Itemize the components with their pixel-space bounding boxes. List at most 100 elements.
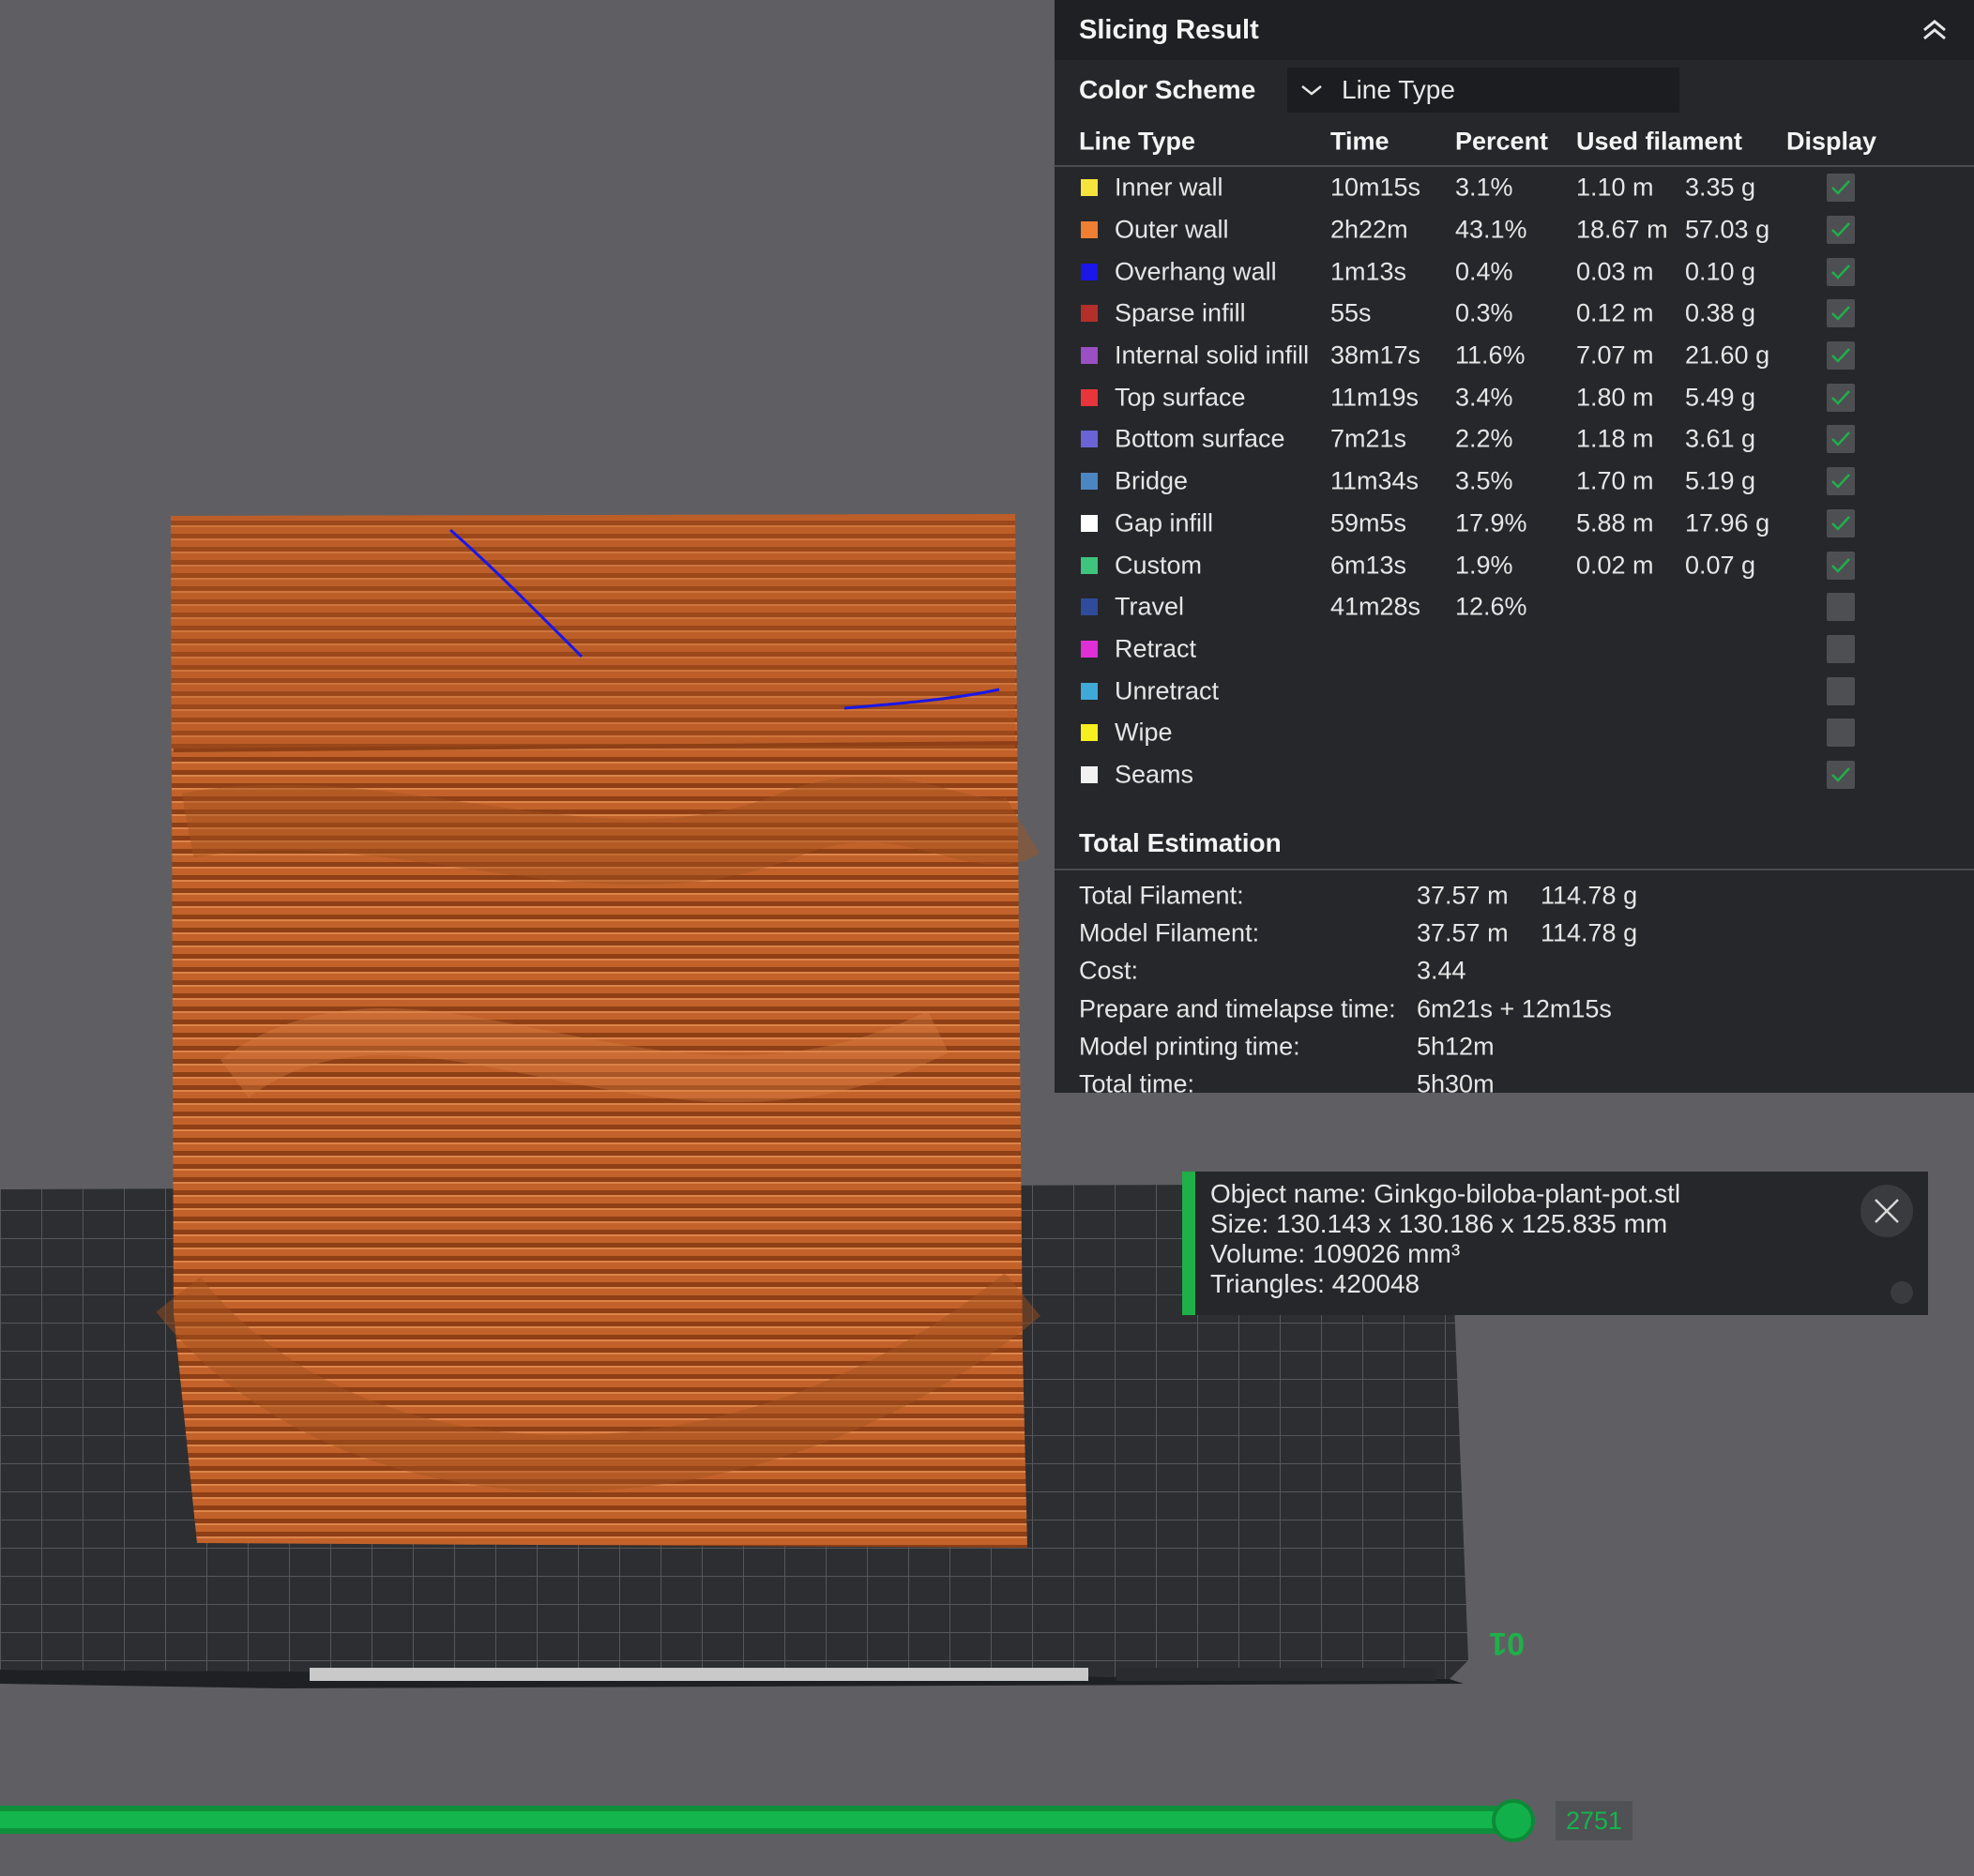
checkmark-icon bbox=[1831, 767, 1850, 782]
checkmark-icon bbox=[1831, 557, 1850, 573]
line-type-length: 5.88 m bbox=[1576, 508, 1654, 537]
display-checkbox[interactable] bbox=[1827, 719, 1855, 748]
line-type-weight: 3.35 g bbox=[1685, 173, 1756, 202]
object-info-popup: Object name: Ginkgo-biloba-plant-pot.stl… bbox=[1182, 1172, 1928, 1315]
line-type-row: Custom 6m13s 1.9% 0.02 m 0.07 g bbox=[1055, 544, 1974, 586]
line-type-name: Overhang wall bbox=[1115, 257, 1277, 286]
chevron-down-icon bbox=[1300, 83, 1327, 97]
line-type-percent: 3.4% bbox=[1455, 383, 1513, 412]
line-type-length: 0.03 m bbox=[1576, 257, 1654, 286]
total-value: 5h12m bbox=[1417, 1032, 1495, 1061]
line-type-length: 0.02 m bbox=[1576, 551, 1654, 580]
total-row: Prepare and timelapse time: 6m21s + 12m15… bbox=[1055, 990, 1974, 1027]
display-checkbox[interactable] bbox=[1827, 299, 1855, 328]
line-type-table-header: Line Type Time Percent Used filament Dis… bbox=[1055, 118, 1974, 167]
plate-number: 01 bbox=[1489, 1626, 1525, 1661]
color-swatch bbox=[1081, 305, 1098, 323]
object-size: Size: 130.143 x 130.186 x 125.835 mm bbox=[1210, 1209, 1668, 1238]
line-type-weight: 21.60 g bbox=[1685, 340, 1770, 370]
display-checkbox[interactable] bbox=[1827, 341, 1855, 371]
total-estimation-table: Total Filament: 37.57 m 114.78 g Model Fila… bbox=[1055, 876, 1974, 1103]
line-type-row: Unretract bbox=[1055, 670, 1974, 712]
display-checkbox[interactable] bbox=[1827, 508, 1855, 537]
line-type-percent: 3.5% bbox=[1455, 466, 1513, 495]
checkmark-icon bbox=[1831, 348, 1850, 363]
line-type-percent: 1.9% bbox=[1455, 551, 1513, 580]
line-type-name: Travel bbox=[1115, 592, 1185, 621]
line-type-weight: 5.19 g bbox=[1685, 466, 1756, 495]
display-checkbox[interactable] bbox=[1827, 174, 1855, 203]
layer-slider-thumb[interactable] bbox=[1492, 1799, 1535, 1842]
color-swatch bbox=[1081, 556, 1098, 574]
color-scheme-label: Color Scheme bbox=[1079, 75, 1256, 104]
line-type-weight: 17.96 g bbox=[1685, 508, 1770, 537]
color-swatch bbox=[1081, 179, 1098, 197]
total-value-secondary: 114.78 g bbox=[1541, 918, 1638, 947]
color-swatch bbox=[1081, 263, 1098, 280]
line-type-length: 1.70 m bbox=[1576, 466, 1654, 495]
line-type-length: 0.12 m bbox=[1576, 298, 1654, 327]
line-type-row: Travel 41m28s 12.6% bbox=[1055, 586, 1974, 628]
line-type-row: Bridge 11m34s 3.5% 1.70 m 5.19 g bbox=[1055, 461, 1974, 503]
line-type-row: Bottom surface 7m21s 2.2% 1.18 m 3.61 g bbox=[1055, 418, 1974, 461]
display-checkbox[interactable] bbox=[1827, 425, 1855, 454]
display-checkbox[interactable] bbox=[1827, 257, 1855, 286]
display-checkbox[interactable] bbox=[1827, 551, 1855, 580]
line-type-row: Sparse infill 55s 0.3% 0.12 m 0.38 g bbox=[1055, 293, 1974, 335]
line-type-time: 6m13s bbox=[1330, 551, 1407, 580]
col-time: Time bbox=[1330, 127, 1389, 156]
color-scheme-value: Line Type bbox=[1342, 75, 1455, 104]
checkmark-icon bbox=[1831, 515, 1850, 531]
line-type-row: Seams bbox=[1055, 754, 1974, 796]
line-type-percent: 11.6% bbox=[1455, 340, 1526, 370]
line-type-time: 41m28s bbox=[1330, 592, 1421, 621]
layer-slider-track[interactable] bbox=[0, 1806, 1518, 1834]
line-type-name: Bridge bbox=[1115, 466, 1189, 495]
display-checkbox[interactable] bbox=[1827, 634, 1855, 663]
collapse-panel-button[interactable] bbox=[1918, 13, 1951, 47]
line-type-table: Inner wall 10m15s 3.1% 1.10 m 3.35 g Outer wa… bbox=[1055, 167, 1974, 795]
color-swatch bbox=[1081, 347, 1098, 365]
line-type-row: Outer wall 2h22m 43.1% 18.67 m 57.03 g bbox=[1055, 209, 1974, 251]
total-row: Model printing time: 5h12m bbox=[1055, 1028, 1974, 1066]
checkmark-icon bbox=[1831, 474, 1850, 489]
line-type-name: Top surface bbox=[1115, 383, 1246, 412]
line-type-time: 11m34s bbox=[1330, 466, 1420, 495]
checkmark-icon bbox=[1831, 180, 1850, 196]
col-percent: Percent bbox=[1455, 127, 1549, 156]
color-swatch bbox=[1081, 765, 1098, 783]
display-checkbox[interactable] bbox=[1827, 216, 1855, 245]
close-button[interactable] bbox=[1860, 1185, 1913, 1237]
line-type-row: Overhang wall 1m13s 0.4% 0.03 m 0.10 g bbox=[1055, 250, 1974, 293]
display-checkbox[interactable] bbox=[1827, 593, 1855, 622]
model-preview bbox=[156, 514, 1041, 1548]
total-label: Cost: bbox=[1079, 956, 1139, 985]
minimize-icon[interactable] bbox=[1890, 1281, 1913, 1304]
line-type-name: Retract bbox=[1115, 634, 1197, 663]
line-type-name: Seams bbox=[1115, 760, 1194, 789]
display-checkbox[interactable] bbox=[1827, 760, 1855, 789]
display-checkbox[interactable] bbox=[1827, 383, 1855, 412]
color-swatch bbox=[1081, 514, 1098, 532]
checkmark-icon bbox=[1831, 222, 1850, 237]
color-swatch bbox=[1081, 682, 1098, 700]
line-type-name: Sparse infill bbox=[1115, 298, 1246, 327]
line-type-length: 7.07 m bbox=[1576, 340, 1654, 370]
panel-title: Slicing Result bbox=[1079, 14, 1259, 45]
display-checkbox[interactable] bbox=[1827, 467, 1855, 496]
total-label: Total Filament: bbox=[1079, 881, 1244, 909]
total-value: 5h30m bbox=[1417, 1069, 1495, 1098]
line-type-time: 38m17s bbox=[1330, 340, 1421, 370]
total-label: Model printing time: bbox=[1079, 1032, 1300, 1061]
line-type-percent: 12.6% bbox=[1455, 592, 1527, 621]
line-type-row: Gap infill 59m5s 17.9% 5.88 m 17.96 g bbox=[1055, 503, 1974, 545]
line-type-time: 7m21s bbox=[1330, 424, 1407, 453]
display-checkbox[interactable] bbox=[1827, 676, 1855, 705]
color-scheme-select[interactable]: Line Type bbox=[1287, 68, 1679, 113]
line-type-name: Custom bbox=[1115, 551, 1203, 580]
total-label: Model Filament: bbox=[1079, 918, 1260, 947]
total-value: 3.44 bbox=[1417, 956, 1466, 985]
line-type-percent: 0.3% bbox=[1455, 298, 1513, 327]
line-type-row: Wipe bbox=[1055, 712, 1974, 754]
total-value: 6m21s + 12m15s bbox=[1417, 994, 1612, 1023]
